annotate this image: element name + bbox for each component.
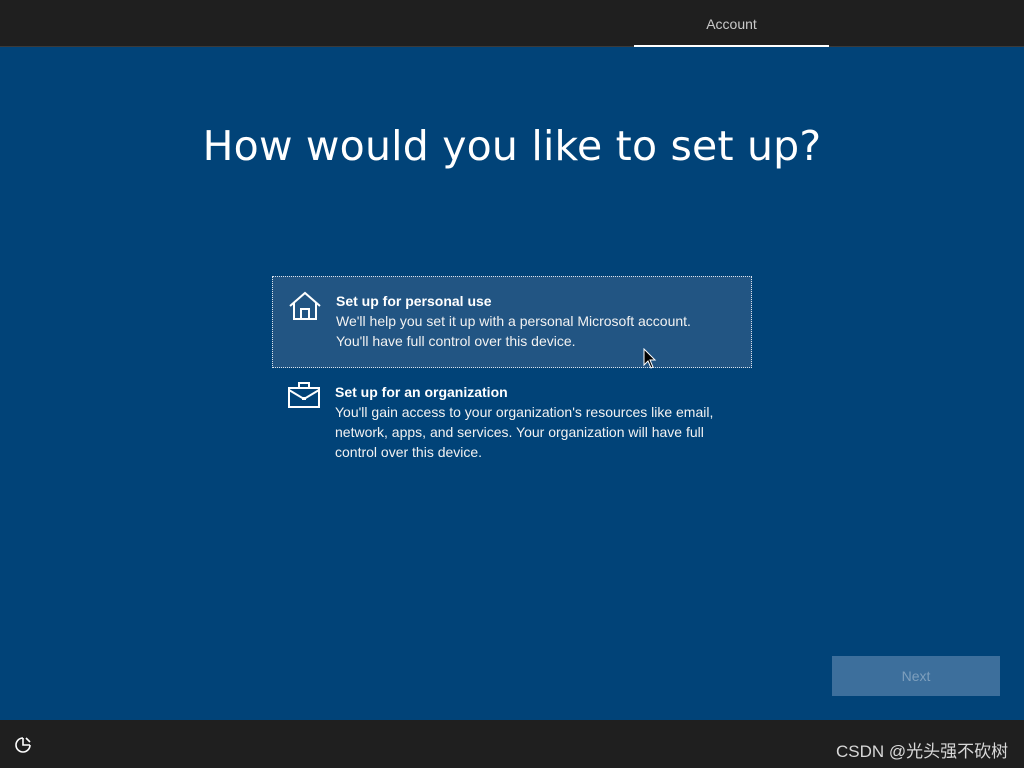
top-bar: Account — [0, 0, 1024, 47]
option-description-line: You'll gain access to your organization'… — [335, 404, 714, 420]
option-description-line: We'll help you set it up with a personal… — [336, 313, 691, 329]
home-icon — [289, 291, 321, 320]
option-description-line: network, apps, and services. Your organi… — [335, 424, 704, 440]
watermark-text: CSDN @光头强不砍树 — [836, 742, 1009, 761]
option-description: You'll gain access to your organization'… — [335, 402, 738, 462]
next-button[interactable]: Next — [832, 656, 1000, 696]
bottom-bar: CSDN @光头强不砍树 — [0, 720, 1024, 768]
option-description-line: control over this device. — [335, 444, 483, 460]
option-description-line: You'll have full control over this devic… — [336, 333, 576, 349]
page-title: How would you like to set up? — [202, 122, 822, 170]
briefcase-icon — [288, 382, 320, 408]
option-personal-use[interactable]: Set up for personal use We'll help you s… — [272, 276, 752, 368]
tab-account[interactable]: Account — [634, 0, 829, 47]
mouse-cursor-icon — [643, 348, 657, 369]
option-description: We'll help you set it up with a personal… — [336, 311, 737, 351]
option-organization[interactable]: Set up for an organization You'll gain a… — [272, 368, 752, 472]
option-title: Set up for personal use — [336, 293, 492, 309]
option-title: Set up for an organization — [335, 384, 508, 400]
accessibility-icon[interactable] — [14, 736, 32, 754]
